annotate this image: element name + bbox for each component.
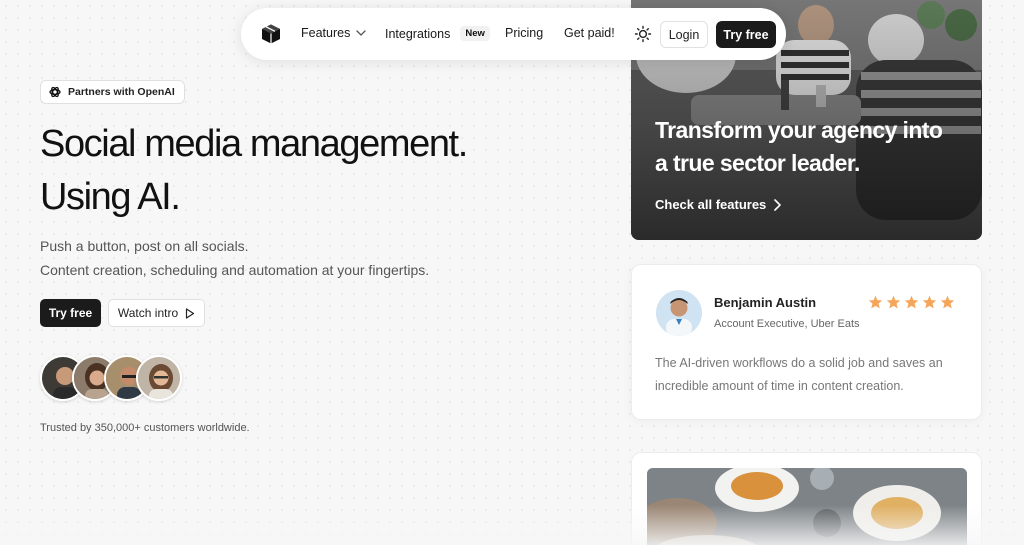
reviewer-role: Account Executive, Uber Eats [714,318,860,330]
trust-text: Trusted by 350,000+ customers worldwide. [40,422,250,434]
box-cube-icon[interactable] [260,23,282,45]
openai-logo-icon [49,86,61,98]
star-icon [940,295,955,309]
headline-line-1: Social media management. [40,123,468,165]
subtext-line-1: Push a button, post on all socials. [40,238,249,254]
nav-features[interactable]: Features [301,26,366,40]
top-navbar: Features Integrations New Pricing Get pa… [241,8,786,60]
nav-pricing-label: Pricing [505,26,544,40]
star-rating [868,295,955,309]
headline-line-2: Using AI. [40,176,181,218]
media-card [631,452,982,545]
nav-get-paid-label: Get paid! [564,26,615,40]
avatar [656,290,702,336]
nav-get-paid[interactable]: Get paid! [564,26,615,40]
new-badge: New [460,26,490,41]
subtext-line-2: Content creation, scheduling and automat… [40,262,430,278]
nav-integrations[interactable]: Integrations New [385,26,490,41]
feature-card-title: Transform your agency into a true sector… [655,117,943,176]
try-free-button[interactable]: Try free [40,299,101,327]
watch-intro-label: Watch intro [117,306,179,320]
check-features-link[interactable]: Check all features [655,197,782,212]
nav-try-free-button[interactable]: Try free [716,21,776,48]
watch-intro-button[interactable]: Watch intro [108,299,205,327]
chevron-right-icon [774,198,782,211]
reviewer-name: Benjamin Austin [714,295,817,310]
partner-badge-label: Partners with OpenAI [68,86,175,98]
nav-integrations-label: Integrations [385,26,451,41]
chevron-down-icon [356,30,366,36]
nav-features-label: Features [301,26,351,40]
login-button[interactable]: Login [660,21,708,48]
testimonial-card: Benjamin Austin Account Executive, Uber … [631,264,982,420]
nav-pricing[interactable]: Pricing [505,26,543,40]
avatar [136,355,182,401]
check-features-label: Check all features [655,197,767,212]
hero-subtext: Push a button, post on all socials. Cont… [40,234,560,282]
star-icon [886,295,901,309]
play-icon [186,307,195,319]
testimonial-quote: The AI-driven workflows do a solid job a… [655,356,943,393]
food-photo [647,468,967,545]
openai-partner-badge: Partners with OpenAI [40,80,185,104]
sun-icon[interactable] [634,25,652,43]
star-icon [868,295,883,309]
hero-headline: Social media management. Using AI. [40,118,600,224]
star-icon [904,295,919,309]
star-icon [922,295,937,309]
